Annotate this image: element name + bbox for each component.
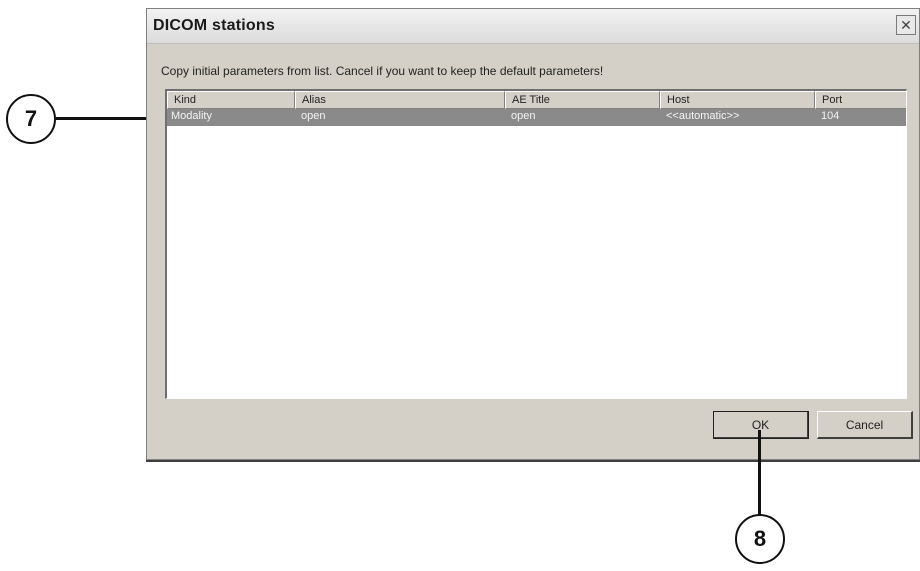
callout-8: 8 [735, 514, 785, 564]
cell-kind: Modality [171, 110, 212, 122]
title-bar[interactable]: DICOM stations ✕ [147, 9, 919, 44]
cancel-button[interactable]: Cancel [817, 411, 913, 439]
table-row[interactable]: Modality open open <<automatic>> 104 [167, 109, 906, 126]
cell-port: 104 [821, 110, 840, 122]
dicom-stations-dialog: DICOM stations ✕ Copy initial parameters… [146, 8, 920, 460]
instruction-text: Copy initial parameters from list. Cance… [161, 64, 604, 78]
callout-7: 7 [6, 94, 56, 144]
dialog-title: DICOM stations [153, 17, 275, 34]
cell-host: <<automatic>> [666, 110, 740, 122]
stations-list[interactable]: Kind Alias AE Title Host Port Modality o… [165, 89, 907, 399]
cell-ae-title: open [511, 110, 536, 122]
ok-button[interactable]: OK [713, 411, 809, 439]
column-header-ae-title[interactable]: AE Title [505, 91, 660, 109]
column-header-port[interactable]: Port [815, 91, 906, 109]
close-button[interactable]: ✕ [896, 15, 916, 35]
close-icon: ✕ [900, 17, 912, 33]
list-header: Kind Alias AE Title Host Port [167, 91, 906, 109]
cell-alias: open [301, 110, 326, 122]
column-header-host[interactable]: Host [660, 91, 815, 109]
column-header-kind[interactable]: Kind [167, 91, 295, 109]
column-header-alias[interactable]: Alias [295, 91, 505, 109]
callout-8-leader-line [758, 430, 761, 515]
